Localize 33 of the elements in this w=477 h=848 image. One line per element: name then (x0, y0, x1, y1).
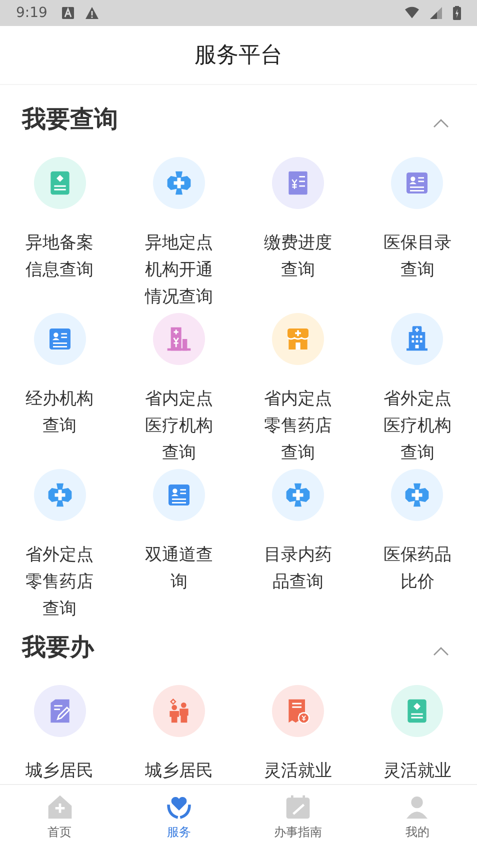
service-label: 异地定点机构开通情况查询 (144, 232, 214, 309)
service-label: 灵活就业 (382, 760, 452, 783)
service-label: 缴费进度查询 (263, 232, 334, 282)
service-label: 灵活就业 (263, 760, 334, 783)
service-label: 经办机构查询 (24, 388, 95, 438)
status-time: 9:19 (16, 5, 48, 21)
section-title: 我要办 (22, 632, 94, 663)
service-label: 城乡居民 (144, 760, 214, 783)
notification-icon (61, 6, 76, 20)
collapse-chevron-icon[interactable] (433, 646, 449, 656)
service-label: 双通道查询 (144, 544, 214, 594)
nav-tab[interactable]: 首页 (0, 785, 120, 848)
service-label: 城乡居民 (24, 760, 95, 783)
signal-icon (429, 6, 443, 20)
wifi-icon (405, 6, 419, 20)
section-title: 我要查询 (22, 104, 118, 135)
service-label: 省内定点零售药店查询 (263, 388, 334, 465)
service-label: 目录内药品查询 (263, 544, 334, 594)
page-title: 服务平台 (194, 42, 282, 70)
service-label: 医保目录查询 (382, 232, 452, 282)
service-label: 省外定点零售药店查询 (24, 544, 95, 621)
nav-tab[interactable]: 办事指南 (238, 785, 358, 848)
service-label: 省外定点医疗机构查询 (382, 388, 452, 465)
calendar-icon (284, 792, 312, 820)
service-label: 省内定点医疗机构查询 (144, 388, 214, 465)
service-label: 异地备案信息查询 (24, 232, 95, 282)
home-icon (46, 792, 74, 820)
nav-tab[interactable]: 服务 (119, 785, 238, 848)
service-label: 医保药品比价 (382, 544, 452, 594)
nav-tab[interactable]: 我的 (358, 785, 477, 848)
collapse-chevron-icon[interactable] (433, 118, 449, 128)
battery-icon (453, 6, 461, 20)
warning-icon (85, 6, 100, 20)
